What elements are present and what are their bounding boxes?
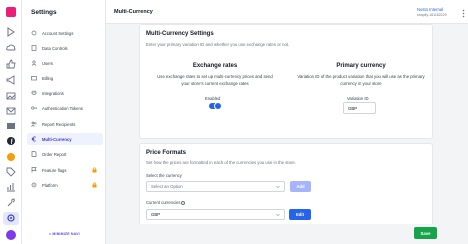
sidebar-item-data-controls[interactable]: Data Controls xyxy=(27,42,103,54)
sidebar-item-label: Account Settings xyxy=(42,30,74,36)
current-currency-value: GBP xyxy=(151,212,161,217)
currency-select[interactable]: Select an Option xyxy=(146,181,285,192)
card-subtitle: Set how the prices are formatted in each… xyxy=(146,160,296,165)
sidebar-item-label: Billing xyxy=(42,75,54,81)
plug-icon xyxy=(31,90,37,96)
page-title: Multi-Currency xyxy=(114,9,153,15)
lock-icon xyxy=(92,167,97,173)
more-options-icon[interactable] xyxy=(462,9,465,18)
facebook-icon[interactable] xyxy=(6,136,16,146)
gear-icon xyxy=(31,30,37,36)
sidebar-item-account-settings[interactable]: Account Settings xyxy=(27,27,103,39)
add-button[interactable]: Add xyxy=(290,181,311,192)
exchange-rates-description: Use exchange rates to set up multi-curre… xyxy=(157,74,273,86)
icon-rail xyxy=(0,0,22,244)
sidebar-item-label: Order Report xyxy=(42,151,67,157)
credit-card-icon xyxy=(31,75,37,81)
sidebar-item-feature-flags[interactable]: Feature flags xyxy=(27,164,103,176)
store-name[interactable]: Nosto Internal xyxy=(417,7,443,12)
sidebar-item-label: Users xyxy=(42,60,53,66)
select-currency-label: Select the currency xyxy=(146,173,182,178)
envelope-icon[interactable] xyxy=(6,121,16,131)
settings-sidebar: Settings Account Settings Data Controls … xyxy=(22,0,106,244)
sidebar-item-users[interactable]: Users xyxy=(27,57,103,69)
sidebar-item-integrations[interactable]: Integrations xyxy=(27,87,103,99)
settings-icon xyxy=(31,182,37,188)
image-icon[interactable] xyxy=(6,91,16,101)
card-title: Price Formats xyxy=(146,150,187,156)
sidebar-item-label: Platform xyxy=(42,182,58,188)
sidebar-item-label: Multi-Currency xyxy=(42,136,72,142)
flag-icon xyxy=(31,167,37,173)
page-header: Multi-Currency Nosto Internal shopify-16… xyxy=(106,0,468,24)
card-title: Multi-Currency Settings xyxy=(146,31,214,37)
tag-icon[interactable] xyxy=(6,167,16,177)
sidebar-item-order-report[interactable]: Order Report xyxy=(27,148,103,160)
users-icon xyxy=(31,121,37,127)
chevron-down-icon xyxy=(276,213,280,217)
current-currencies-select[interactable]: GBP xyxy=(146,209,285,220)
user-icon xyxy=(31,60,37,66)
variation-id-input[interactable]: GBP xyxy=(343,102,376,114)
document-icon xyxy=(31,151,37,157)
current-currencies-label: Current currencies xyxy=(146,200,186,205)
mail-icon[interactable] xyxy=(6,106,16,116)
chevron-down-icon xyxy=(276,185,280,189)
sidebar-item-authentication-tokens[interactable]: Authentication Tokens xyxy=(27,102,103,114)
currency-select-placeholder: Select an Option xyxy=(151,184,183,189)
minimize-nav-button[interactable]: < MINIMIZE NAVI xyxy=(49,232,80,236)
settings-gear-icon[interactable] xyxy=(6,213,16,223)
wrench-icon[interactable] xyxy=(6,198,16,208)
price-formats-card: Price Formats Set how the prices are for… xyxy=(139,143,433,235)
play-icon[interactable] xyxy=(6,27,16,37)
primary-currency-description: Variation ID of the product variation th… xyxy=(297,74,425,86)
exchange-rates-toggle[interactable] xyxy=(209,102,222,110)
lock-icon xyxy=(92,182,97,188)
sidebar-item-report-recipients[interactable]: Report Recipients xyxy=(27,118,103,130)
edit-button[interactable]: Edit xyxy=(289,209,311,220)
megaphone-icon[interactable] xyxy=(6,75,16,85)
nosto-logo-icon[interactable] xyxy=(6,7,16,17)
cloud-icon[interactable] xyxy=(6,43,16,53)
sidebar-item-label: Feature flags xyxy=(42,167,67,173)
toggle-label: Enabled xyxy=(205,96,221,101)
primary-currency-heading: Primary currency xyxy=(336,63,386,69)
multi-currency-settings-card: Multi-Currency Settings Enter your prima… xyxy=(139,24,433,139)
key-icon xyxy=(31,105,37,111)
current-currencies-text: Current currencies xyxy=(146,200,181,205)
sidebar-item-label: Integrations xyxy=(42,90,64,96)
thumbs-up-icon[interactable] xyxy=(6,59,16,69)
sidebar-item-platform[interactable]: Platform xyxy=(27,179,103,191)
sidebar-title: Settings xyxy=(31,9,57,16)
euro-icon xyxy=(31,136,37,142)
sidebar-item-label: Data Controls xyxy=(42,45,68,51)
save-button[interactable]: Save xyxy=(414,227,437,239)
chart-icon[interactable] xyxy=(6,182,16,192)
sidebar-item-label: Authentication Tokens xyxy=(42,105,83,111)
store-id: shopify-161162229 xyxy=(417,13,447,17)
help-icon[interactable] xyxy=(181,200,186,205)
database-icon xyxy=(31,45,37,51)
sidebar-item-billing[interactable]: Billing xyxy=(27,72,103,84)
badge-icon[interactable] xyxy=(6,152,16,162)
avatar[interactable] xyxy=(6,230,16,240)
variation-id-label: Variation ID xyxy=(347,96,369,101)
sidebar-item-label: Report Recipients xyxy=(42,121,76,127)
card-subtitle: Enter your primary variation ID and whet… xyxy=(146,42,290,47)
sidebar-item-multi-currency[interactable]: Multi-Currency xyxy=(27,133,103,145)
exchange-rates-heading: Exchange rates xyxy=(192,63,238,69)
